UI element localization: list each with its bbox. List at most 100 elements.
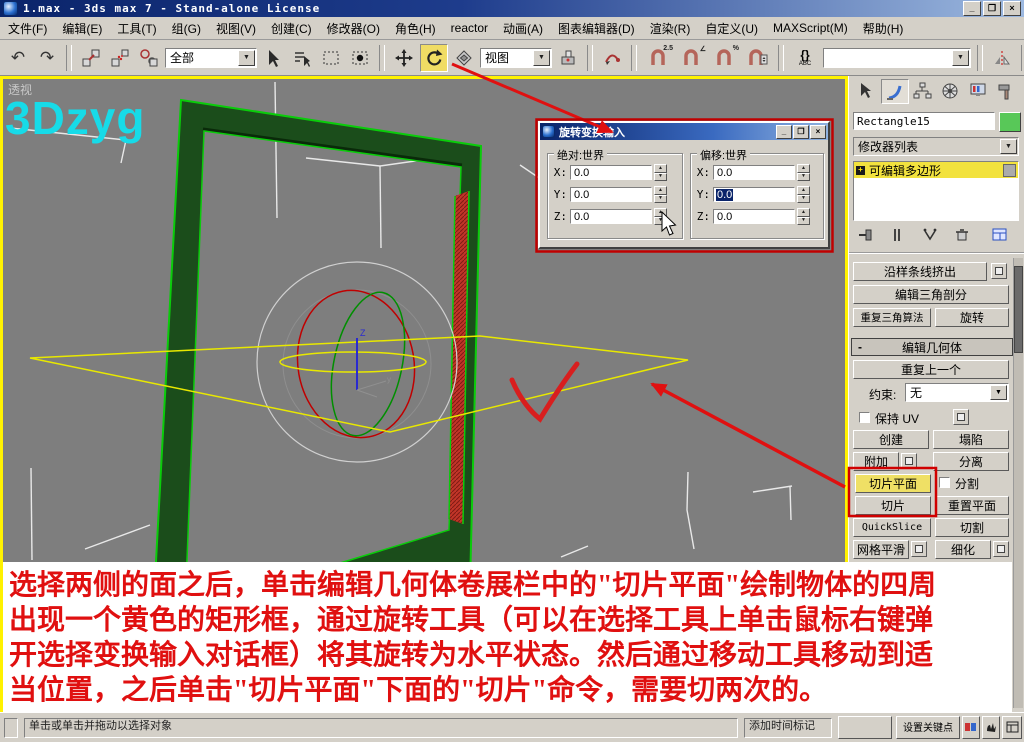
edit-named-selection-sets-icon[interactable]: {} ABC — [790, 45, 820, 71]
close-button[interactable]: × — [1003, 1, 1021, 16]
meshsmooth-settings-button[interactable] — [911, 541, 927, 557]
tessellate-button[interactable]: 细化 — [935, 540, 991, 559]
percent-snap-toggle-icon[interactable]: % — [709, 45, 739, 71]
stack-item-editable-poly[interactable]: + 可编辑多边形 — [854, 162, 1018, 178]
edit-triangulation-button[interactable]: 编辑三角剖分 — [853, 285, 1009, 304]
absolute-x-spinner[interactable]: ▲ ▼ — [654, 164, 667, 181]
menu-modifiers[interactable]: 修改器(O) — [327, 20, 380, 37]
dialog-restore-button[interactable]: ❐ — [793, 124, 809, 139]
attach-settings-button[interactable] — [901, 453, 917, 469]
meshsmooth-button[interactable]: 网格平滑 — [853, 540, 909, 559]
dialog-close-button[interactable]: × — [810, 124, 826, 139]
menu-views[interactable]: 视图(V) — [216, 20, 256, 37]
repeat-last-button[interactable]: 重复上一个 — [853, 360, 1009, 379]
stack-item-status-icon[interactable] — [1003, 163, 1016, 177]
maximize-viewport-toggle-icon[interactable] — [1002, 716, 1022, 739]
quickslice-button[interactable]: QuickSlice — [853, 518, 931, 537]
rectangular-selection-region-icon[interactable] — [318, 45, 344, 71]
absolute-y-field[interactable]: 0.0 — [570, 187, 652, 202]
dropdown-arrow-icon[interactable]: ▼ — [952, 49, 969, 66]
select-and-move-icon[interactable] — [391, 45, 417, 71]
slice-plane-button[interactable]: 切片平面 — [855, 474, 931, 493]
offset-x-spinner[interactable]: ▲ ▼ — [797, 164, 810, 181]
select-and-link-icon[interactable] — [78, 45, 104, 71]
spinner-snap-toggle-icon[interactable] — [742, 45, 772, 71]
menu-customize[interactable]: 自定义(U) — [705, 20, 758, 37]
select-and-scale-icon[interactable] — [451, 45, 477, 71]
tab-motion[interactable] — [937, 79, 963, 102]
add-time-tag[interactable]: 添加时间标记 — [744, 718, 832, 738]
preserve-uv-settings-button[interactable] — [953, 409, 969, 425]
attach-button[interactable]: 附加 — [853, 452, 899, 471]
menu-help[interactable]: 帮助(H) — [863, 20, 904, 37]
absolute-z-spinner[interactable]: ▲ ▼ — [654, 208, 667, 225]
modifier-list-dropdown[interactable]: 修改器列表 ▼ — [853, 137, 1019, 156]
offset-y-field[interactable]: 0.0 — [713, 187, 795, 202]
offset-y-spinner[interactable]: ▲ ▼ — [797, 186, 810, 203]
preserve-uv-checkbox[interactable] — [859, 412, 870, 423]
retriangulate-button[interactable]: 重复三角算法 — [853, 308, 931, 327]
tessellate-settings-button[interactable] — [993, 541, 1009, 557]
mirror-icon[interactable] — [989, 45, 1015, 71]
selection-filter-dropdown[interactable]: 全部 ▼ — [165, 47, 257, 68]
snap-toggle-25d-icon[interactable]: 2.5 — [643, 45, 673, 71]
menu-group[interactable]: 组(G) — [172, 20, 201, 37]
dialog-title-bar[interactable]: 旋转变换输入 _ ❐ × — [540, 123, 828, 140]
select-and-rotate-icon[interactable] — [420, 43, 448, 72]
menu-maxscript[interactable]: MAXScript(M) — [773, 21, 848, 35]
dropdown-arrow-icon[interactable]: ▼ — [1000, 139, 1017, 154]
dropdown-arrow-icon[interactable]: ▼ — [990, 385, 1007, 400]
menu-tools[interactable]: 工具(T) — [117, 20, 156, 37]
tab-utilities[interactable] — [993, 79, 1019, 102]
dropdown-arrow-icon[interactable]: ▼ — [533, 49, 550, 66]
extrude-along-spline-settings-button[interactable] — [991, 263, 1007, 279]
reference-coordinate-dropdown[interactable]: 视图 ▼ — [480, 47, 552, 68]
use-pivot-point-center-icon[interactable] — [555, 45, 581, 71]
menu-create[interactable]: 创建(C) — [271, 20, 312, 37]
tab-display[interactable] — [965, 79, 991, 102]
offset-z-spinner[interactable]: ▲ ▼ — [797, 208, 810, 225]
make-unique-icon[interactable] — [919, 226, 941, 244]
object-name-field[interactable]: Rectangle15 — [853, 112, 995, 130]
named-selection-dropdown[interactable]: ▼ — [823, 47, 971, 68]
constraints-dropdown[interactable]: 无 ▼ — [905, 383, 1009, 402]
minimize-button[interactable]: _ — [963, 1, 981, 16]
menu-graph-editors[interactable]: 图表编辑器(D) — [558, 20, 635, 37]
reset-plane-button[interactable]: 重置平面 — [935, 496, 1009, 515]
menu-animation[interactable]: 动画(A) — [503, 20, 543, 37]
cut-button[interactable]: 切割 — [935, 518, 1009, 537]
menu-rendering[interactable]: 渲染(R) — [650, 20, 691, 37]
extrude-along-spline-button[interactable]: 沿样条线挤出 — [853, 262, 987, 281]
tab-hierarchy[interactable] — [909, 79, 935, 102]
panel-scrollbar-thumb[interactable] — [1014, 266, 1023, 353]
edit-geometry-rollout-header[interactable]: - 编辑几何体 — [851, 338, 1013, 356]
menu-edit[interactable]: 编辑(E) — [62, 20, 102, 37]
dropdown-arrow-icon[interactable]: ▼ — [238, 49, 255, 66]
bind-to-space-warp-icon[interactable] — [136, 45, 162, 71]
expand-icon[interactable]: + — [856, 165, 865, 175]
absolute-x-field[interactable]: 0.0 — [570, 165, 652, 180]
key-mode-icon[interactable] — [962, 716, 980, 739]
collapse-button[interactable]: 塌陷 — [933, 430, 1009, 449]
turn-button[interactable]: 旋转 — [935, 308, 1009, 327]
undo-icon[interactable]: ↶ — [5, 45, 31, 71]
pan-hand-icon[interactable] — [982, 716, 1000, 739]
tab-modify[interactable] — [881, 79, 909, 104]
panel-scrollbar[interactable] — [1013, 258, 1023, 708]
slice-button[interactable]: 切片 — [855, 496, 931, 515]
menu-reactor[interactable]: reactor — [451, 21, 488, 35]
unlink-selection-icon[interactable] — [107, 45, 133, 71]
object-color-swatch[interactable] — [999, 112, 1021, 132]
redo-icon[interactable]: ↷ — [34, 45, 60, 71]
offset-z-field[interactable]: 0.0 — [713, 209, 795, 224]
menu-character[interactable]: 角色(H) — [395, 20, 436, 37]
pin-stack-icon[interactable] — [855, 226, 877, 244]
select-by-name-icon[interactable] — [289, 45, 315, 71]
window-crossing-selection-icon[interactable] — [347, 45, 373, 71]
absolute-y-spinner[interactable]: ▲ ▼ — [654, 186, 667, 203]
animation-blank-button[interactable] — [838, 716, 892, 739]
show-end-result-icon[interactable] — [887, 226, 909, 244]
remove-modifier-icon[interactable] — [951, 226, 973, 244]
restore-button[interactable]: ❐ — [983, 1, 1001, 16]
tab-create[interactable] — [853, 79, 879, 102]
